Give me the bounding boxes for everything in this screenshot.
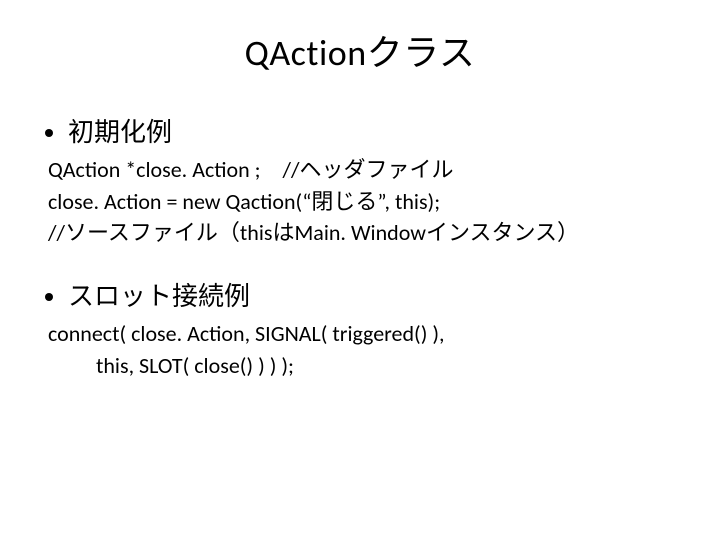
slide-title: QActionクラス [40, 24, 680, 76]
bullet-slot-heading: スロット接続例 [68, 280, 250, 312]
bullet-list: 初期化例 [40, 112, 680, 149]
slot-code-block: connect( close. Action, SIGNAL( triggere… [48, 319, 680, 380]
slot-code-line-2: this, SLOT( close() ) ) ); [48, 351, 680, 381]
init-code-line-3: //ソースファイル（thisはMain. Windowインスタンス） [48, 218, 680, 248]
bullet-list-2: スロット接続例 [40, 276, 680, 313]
slot-code-line-1: connect( close. Action, SIGNAL( triggere… [48, 319, 680, 349]
bullet-slot: スロット接続例 [68, 276, 680, 313]
init-code-line-2: close. Action = new Qaction(“閉じる”, this)… [48, 187, 680, 217]
init-code-line-1: QAction *close. Action ; //ヘッダファイル [48, 155, 680, 185]
init-code-block: QAction *close. Action ; //ヘッダファイル close… [48, 155, 680, 248]
bullet-init: 初期化例 [68, 112, 680, 149]
bullet-init-heading: 初期化例 [68, 116, 172, 148]
slide: QActionクラス 初期化例 QAction *close. Action ;… [0, 0, 720, 540]
